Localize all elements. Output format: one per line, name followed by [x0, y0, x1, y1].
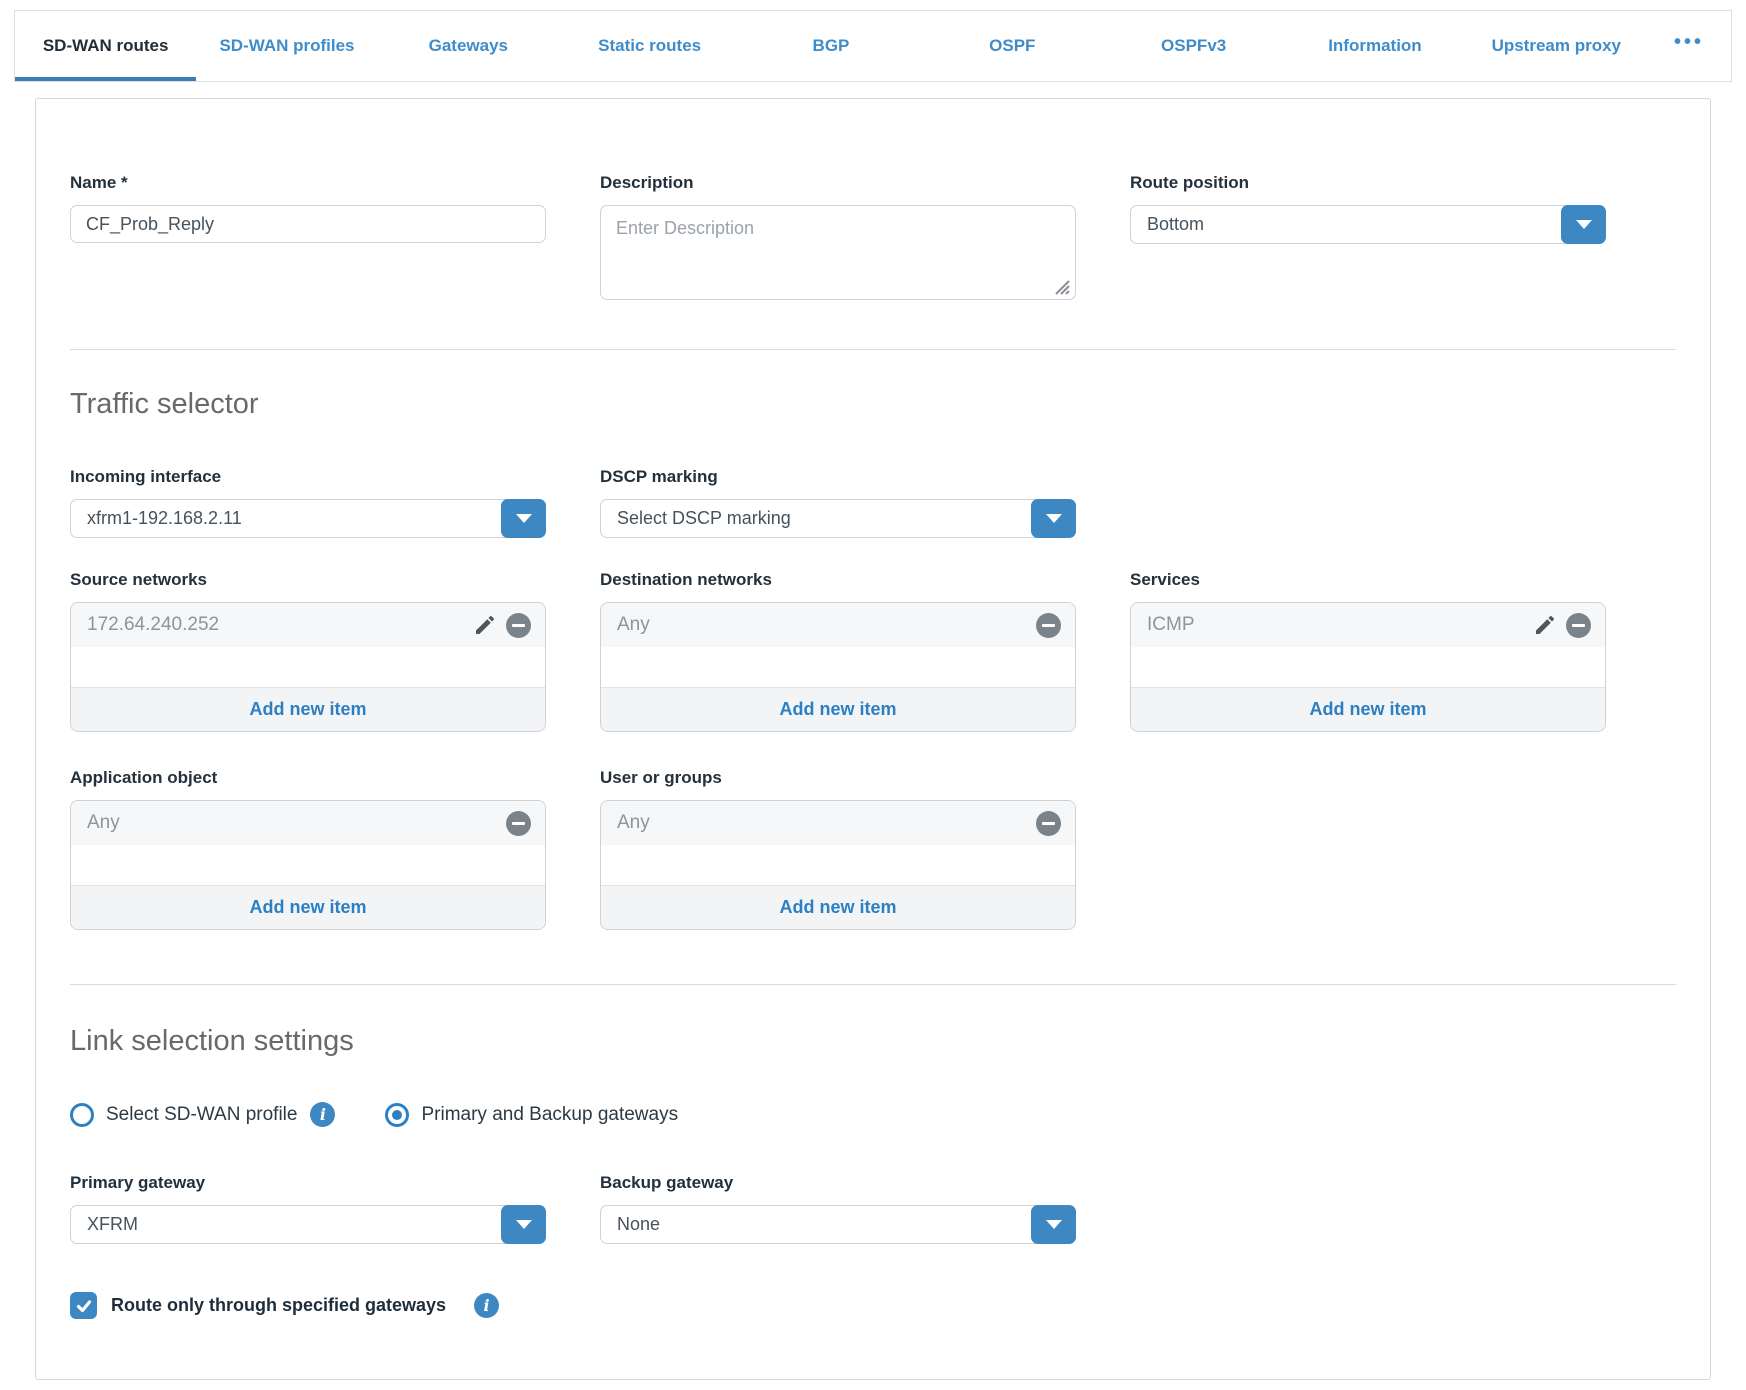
tab-ospfv3[interactable]: OSPFv3 — [1103, 11, 1284, 81]
tab-upstream-proxy[interactable]: Upstream proxy — [1466, 11, 1647, 81]
list-item-text: Any — [87, 812, 506, 834]
application-object-list: Any Add new item — [70, 800, 546, 930]
resize-grip-icon[interactable] — [1052, 277, 1070, 295]
chevron-down-icon[interactable] — [501, 1205, 546, 1244]
minus-circle-icon[interactable] — [1036, 613, 1061, 638]
radio-label: Select SD-WAN profile — [106, 1104, 297, 1126]
minus-circle-icon[interactable] — [1036, 811, 1061, 836]
radio-unselected-icon[interactable] — [70, 1103, 94, 1127]
user-or-groups-label: User or groups — [600, 768, 1076, 788]
sd-wan-route-editor-page: SD-WAN routes SD-WAN profiles Gateways S… — [0, 10, 1746, 1390]
add-new-item-button[interactable]: Add new item — [71, 687, 545, 731]
route-form-card: Name * Description Route — [35, 98, 1711, 1380]
radio-select-sd-wan-profile[interactable]: Select SD-WAN profile i — [70, 1102, 335, 1127]
dscp-marking-select[interactable]: Select DSCP marking — [600, 499, 1076, 538]
list-item-text: Any — [617, 614, 1036, 636]
chevron-down-icon[interactable] — [1031, 1205, 1076, 1244]
backup-gateway-label: Backup gateway — [600, 1173, 1076, 1193]
checkmark-icon — [75, 1297, 93, 1315]
incoming-interface-value: xfrm1-192.168.2.11 — [71, 508, 545, 529]
divider — [70, 349, 1676, 350]
list-item: Any — [601, 603, 1075, 647]
divider — [70, 984, 1676, 985]
services-list: ICMP Add new item — [1130, 602, 1606, 732]
source-networks-label: Source networks — [70, 570, 546, 590]
list-item: ICMP — [1131, 603, 1605, 647]
chevron-down-icon[interactable] — [501, 499, 546, 538]
destination-networks-label: Destination networks — [600, 570, 1076, 590]
add-new-item-button[interactable]: Add new item — [1131, 687, 1605, 731]
route-position-select[interactable]: Bottom — [1130, 205, 1606, 244]
list-empty-area — [601, 647, 1075, 687]
application-object-label: Application object — [70, 768, 546, 788]
list-item: Any — [601, 801, 1075, 845]
backup-gateway-select[interactable]: None — [600, 1205, 1076, 1244]
dscp-marking-value: Select DSCP marking — [601, 508, 1075, 529]
source-networks-list: 172.64.240.252 Add new item — [70, 602, 546, 732]
backup-gateway-value: None — [601, 1214, 1075, 1235]
pencil-icon[interactable] — [1532, 612, 1558, 638]
list-empty-area — [71, 647, 545, 687]
minus-circle-icon[interactable] — [506, 613, 531, 638]
list-item: 172.64.240.252 — [71, 603, 545, 647]
route-position-label: Route position — [1130, 173, 1606, 193]
route-only-checkbox-label: Route only through specified gateways — [111, 1295, 446, 1316]
primary-gateway-label: Primary gateway — [70, 1173, 546, 1193]
description-label: Description — [600, 173, 1076, 193]
tab-static-routes[interactable]: Static routes — [559, 11, 740, 81]
add-new-item-button[interactable]: Add new item — [601, 885, 1075, 929]
description-textarea[interactable] — [600, 205, 1076, 300]
minus-circle-icon[interactable] — [1566, 613, 1591, 638]
route-only-checkbox[interactable] — [70, 1292, 97, 1319]
list-empty-area — [601, 845, 1075, 885]
primary-gateway-select[interactable]: XFRM — [70, 1205, 546, 1244]
radio-label: Primary and Backup gateways — [421, 1104, 678, 1126]
services-label: Services — [1130, 570, 1606, 590]
list-empty-area — [1131, 647, 1605, 687]
tab-ospf[interactable]: OSPF — [922, 11, 1103, 81]
incoming-interface-select[interactable]: xfrm1-192.168.2.11 — [70, 499, 546, 538]
radio-primary-and-backup-gateways[interactable]: Primary and Backup gateways — [385, 1103, 678, 1127]
pencil-icon[interactable] — [472, 612, 498, 638]
list-item: Any — [71, 801, 545, 845]
tab-gateways[interactable]: Gateways — [378, 11, 559, 81]
link-selection-settings-heading: Link selection settings — [70, 1025, 1676, 1058]
tab-bgp[interactable]: BGP — [740, 11, 921, 81]
traffic-selector-heading: Traffic selector — [70, 388, 1676, 421]
name-label: Name * — [70, 173, 546, 193]
route-position-value: Bottom — [1131, 214, 1605, 235]
primary-gateway-value: XFRM — [71, 1214, 545, 1235]
list-item-text: ICMP — [1147, 614, 1532, 636]
user-or-groups-list: Any Add new item — [600, 800, 1076, 930]
tab-sd-wan-profiles[interactable]: SD-WAN profiles — [196, 11, 377, 81]
info-icon[interactable]: i — [474, 1293, 499, 1318]
list-empty-area — [71, 845, 545, 885]
name-input[interactable] — [70, 205, 546, 243]
tab-sd-wan-routes[interactable]: SD-WAN routes — [15, 11, 196, 81]
destination-networks-list: Any Add new item — [600, 602, 1076, 732]
chevron-down-icon[interactable] — [1561, 205, 1606, 244]
add-new-item-button[interactable]: Add new item — [601, 687, 1075, 731]
minus-circle-icon[interactable] — [506, 811, 531, 836]
incoming-interface-label: Incoming interface — [70, 467, 546, 487]
list-item-text: 172.64.240.252 — [87, 614, 472, 636]
radio-selected-icon[interactable] — [385, 1103, 409, 1127]
tab-bar: SD-WAN routes SD-WAN profiles Gateways S… — [14, 10, 1732, 82]
tab-more-ellipsis-icon[interactable]: ••• — [1647, 11, 1731, 81]
tab-information[interactable]: Information — [1284, 11, 1465, 81]
chevron-down-icon[interactable] — [1031, 499, 1076, 538]
list-item-text: Any — [617, 812, 1036, 834]
dscp-marking-label: DSCP marking — [600, 467, 1076, 487]
add-new-item-button[interactable]: Add new item — [71, 885, 545, 929]
info-icon[interactable]: i — [310, 1102, 335, 1127]
